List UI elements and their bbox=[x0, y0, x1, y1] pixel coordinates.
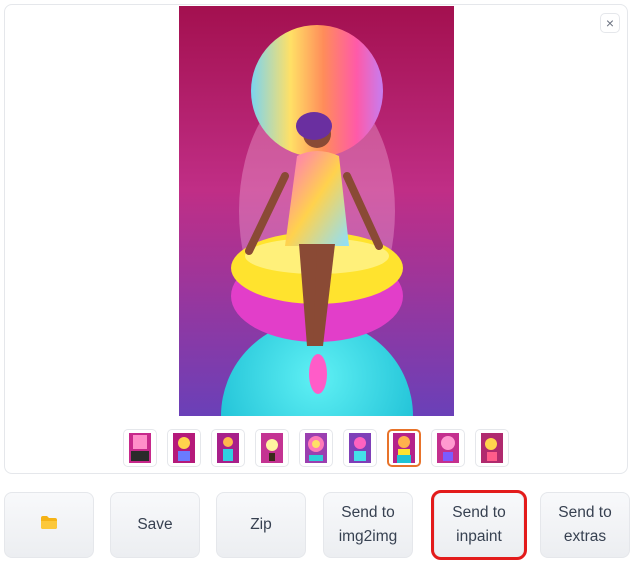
open-folder-button[interactable] bbox=[4, 492, 94, 558]
folder-icon bbox=[41, 513, 57, 537]
thumbnail-8[interactable] bbox=[431, 429, 465, 467]
generated-image[interactable] bbox=[179, 6, 454, 416]
save-button[interactable]: Save bbox=[110, 492, 200, 558]
send-to-img2img-label: Send to img2img bbox=[338, 504, 398, 545]
send-to-inpaint-button[interactable]: Send to inpaint bbox=[434, 492, 524, 558]
image-gallery: × bbox=[4, 4, 628, 474]
thumbnail-5[interactable] bbox=[299, 429, 333, 467]
save-label: Save bbox=[137, 516, 173, 533]
thumbnail-9[interactable] bbox=[475, 429, 509, 467]
thumbnail-6[interactable] bbox=[343, 429, 377, 467]
thumbnail-2[interactable] bbox=[167, 429, 201, 467]
send-to-extras-label: Send to extras bbox=[558, 504, 612, 545]
send-to-img2img-button[interactable]: Send to img2img bbox=[323, 492, 413, 558]
thumbnail-1[interactable] bbox=[123, 429, 157, 467]
send-to-inpaint-label: Send to inpaint bbox=[452, 504, 506, 545]
thumbnail-7[interactable] bbox=[387, 429, 421, 467]
zip-button[interactable]: Zip bbox=[216, 492, 306, 558]
send-to-extras-button[interactable]: Send to extras bbox=[540, 492, 630, 558]
thumbnail-3[interactable] bbox=[211, 429, 245, 467]
thumbnail-4[interactable] bbox=[255, 429, 289, 467]
thumbnail-strip bbox=[123, 429, 513, 469]
close-gallery-button[interactable]: × bbox=[600, 13, 620, 33]
zip-label: Zip bbox=[250, 516, 272, 533]
